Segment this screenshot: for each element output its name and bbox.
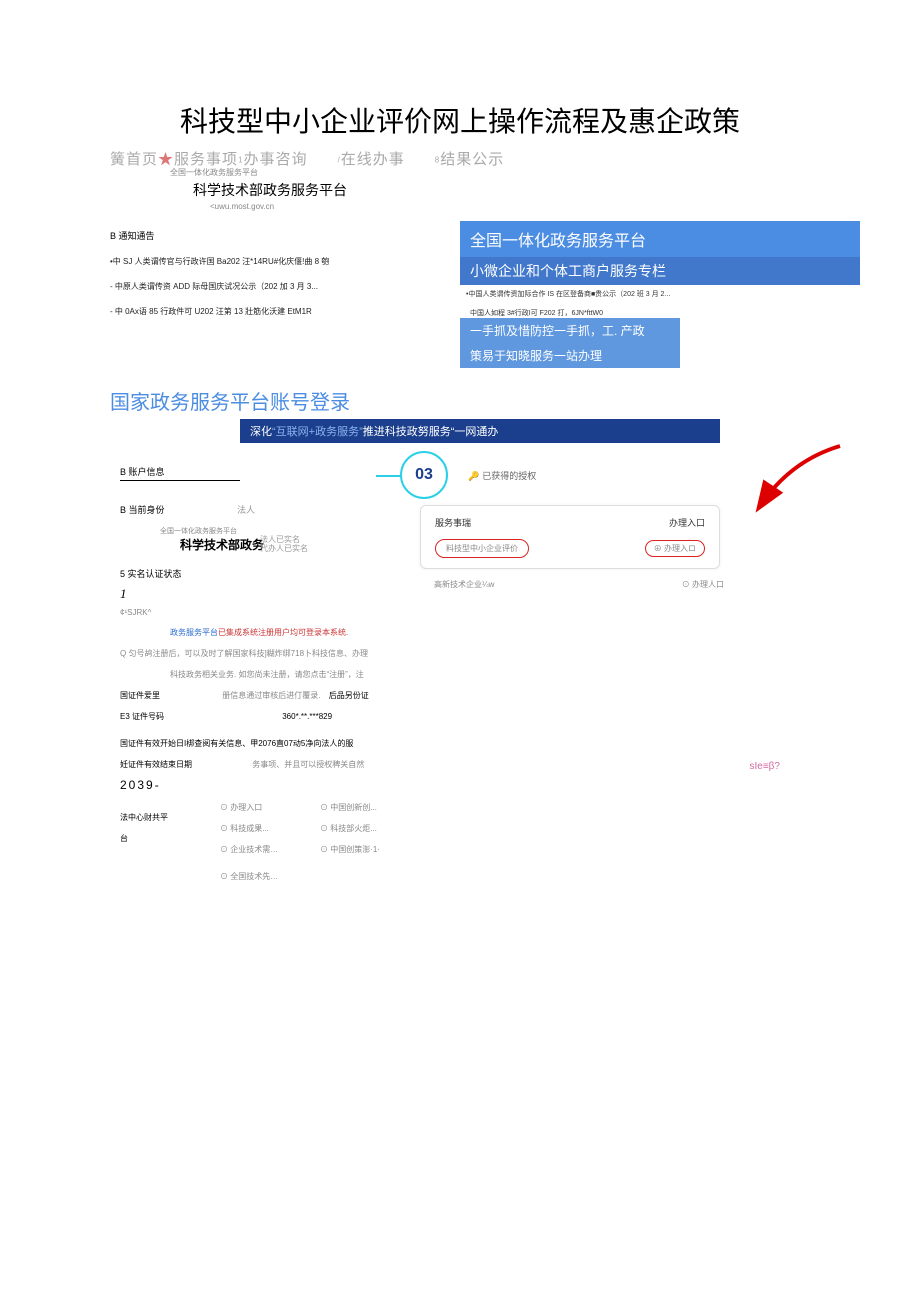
- banner-policy-a: 一手抓及惜防控一手抓，工. 产政: [460, 318, 680, 343]
- bluestrip-post: 推进科技政努服务“一网通办: [363, 426, 499, 438]
- cert-start-label: 国证件有效开始日I梆查阅有关信息、甲2076直07动5净向法人的服: [120, 739, 353, 748]
- notice-item-1[interactable]: •中 SJ 人类谓传官与行政许国 Ba202 汪*14RU#化庆偃!曲 8 匏: [110, 256, 460, 267]
- integ-prefix: 政务服务平台: [170, 628, 218, 637]
- step-one: 1: [120, 586, 380, 602]
- red-arrow-icon: [730, 441, 850, 521]
- sme-entry-button[interactable]: ⊕ 办理入ロ: [645, 540, 705, 557]
- grid-r3c2[interactable]: ⊙ 企业技术需…: [220, 844, 320, 855]
- hightech-item[interactable]: 高新技术企业¼w: [434, 579, 494, 590]
- agent-realname: 代办人已实名: [260, 543, 308, 554]
- nav-home[interactable]: 首页: [126, 151, 158, 168]
- biz-note: 科技政务相关业务. 如您尚未注册，请您点击“注册”，注: [170, 669, 380, 680]
- cert-type-note: 册信息通过审核后进仃覆录.: [222, 691, 320, 700]
- grid-r2c3[interactable]: ⊙ 科技部火炬...: [320, 823, 440, 834]
- nav-consult[interactable]: 办事咨询: [244, 151, 308, 168]
- banner-policy-b: 策易于知晓服务一站办理: [460, 343, 680, 368]
- cert-type-value: 后品另份证: [329, 691, 369, 700]
- cert-end-year: 2039-: [120, 778, 380, 792]
- sjrk-code: ¢¹SJRK^: [120, 608, 380, 617]
- panel-col-entry: 办理入口: [669, 516, 705, 529]
- reg-note: 号鸪注册后，可以及时了解国家科技]糊炸绑718卜科技信息、办理: [136, 649, 368, 658]
- integ-note: 已集成系统注册用户均可登录本系统.: [218, 628, 348, 637]
- panel-col-service: 服务事瑞: [435, 516, 471, 529]
- current-identity-label: B 当前身份: [120, 505, 165, 515]
- cert-num-value: 360*.**.***829: [282, 712, 332, 721]
- page-title: 科技型中小企业评价网上操作流程及惠企政策: [60, 100, 860, 140]
- cert-state-label: 5 实名认证状态: [120, 567, 380, 580]
- platform-url: <uwu.most.gov.cn: [210, 202, 860, 211]
- pink-watermark: sIe≡β?: [750, 761, 781, 772]
- service-panel: 服务事瑞 办理入口 料技型中小企业评价 ⊕ 办理入ロ: [420, 505, 720, 569]
- q-prefix: Q 匀: [120, 649, 136, 658]
- blue-strip-banner: 深化“互联网+政务服务”推进科技政努服务“一网通办: [240, 419, 720, 443]
- cert-num-label: E3 证件号码: [120, 711, 220, 722]
- sme-evaluation-item[interactable]: 料技型中小企业评价: [435, 539, 529, 558]
- nav-prefix: 簧: [110, 151, 126, 168]
- cert-end-note: 务事项、并且可以授权稗关自然: [252, 760, 364, 769]
- account-info-label: B 账户信息: [120, 465, 240, 481]
- grid-r2c1: 法中心财共平: [120, 812, 220, 823]
- step-badge-03: 03: [400, 451, 448, 499]
- grid-r2c2[interactable]: ⊙ 科技成果...: [220, 823, 320, 834]
- login-section-title: 国家政务服务平台账号登录: [110, 386, 860, 415]
- nav-online[interactable]: 在线办事: [341, 151, 405, 168]
- nav-bar: 簧首页★服务事项1办事咨询/在线办事8结果公示: [110, 148, 860, 169]
- cert-type-label: 国证件爱里: [120, 690, 220, 701]
- nav-results[interactable]: 结果公示: [440, 151, 504, 168]
- grid-r1c3[interactable]: ⊙ 中国创新创...: [320, 802, 440, 813]
- bluestrip-pre: 深化: [250, 426, 272, 438]
- cert-end-label: 妊证件有效结束日期: [120, 759, 220, 770]
- banner-sme[interactable]: 小微企业和个体工商户服务专栏: [460, 257, 860, 285]
- banner-note-1: •中国人类谓传资加际合作 IS 在区登备商■贵公示（202 班 3 月 2...: [466, 289, 860, 299]
- notice-item-3[interactable]: - 中 0Ax语 85 行政件可 U202 汪第 13 壯筋化沃建 EtM1R: [110, 306, 460, 317]
- platform-title: 科学技术部政务服务平台: [120, 180, 420, 200]
- banner-mid-note: 中国人如程 3#行政I可 F202 打，6JN*fttW0: [470, 308, 860, 318]
- bluestrip-quote: “互联网+政务服务”: [272, 426, 363, 438]
- grid-r3c3[interactable]: ⊙ 中国创策澎·1·: [320, 844, 440, 855]
- grid-r1c2[interactable]: ⊙ 办理入口: [220, 802, 320, 813]
- notice-heading: B 通知通告: [110, 229, 460, 242]
- nav-services[interactable]: 服务事项: [174, 151, 238, 168]
- bottom-link-grid: 法中心财共平 台 ⊙ 办理入口 ⊙ 科技成果... ⊙ 企业技术需… ⊙ 全国技…: [120, 802, 860, 882]
- hightech-entry-button[interactable]: ⊙ 办理人口: [682, 579, 724, 590]
- star-icon: ★: [158, 151, 174, 168]
- identity-value: 法人: [237, 505, 255, 515]
- banner-platform: 全国一体化政务服务平台: [460, 221, 860, 257]
- notice-item-2[interactable]: - 中原人类谓传资 ADD 际母国庆试况公示（202 加 3 月 3...: [110, 281, 460, 292]
- grid-r3c1: 台: [120, 833, 220, 844]
- grid-r4c2[interactable]: ⊙ 全国技术先…: [220, 871, 320, 882]
- auth-obtained-label: 已获得的授权: [468, 469, 536, 482]
